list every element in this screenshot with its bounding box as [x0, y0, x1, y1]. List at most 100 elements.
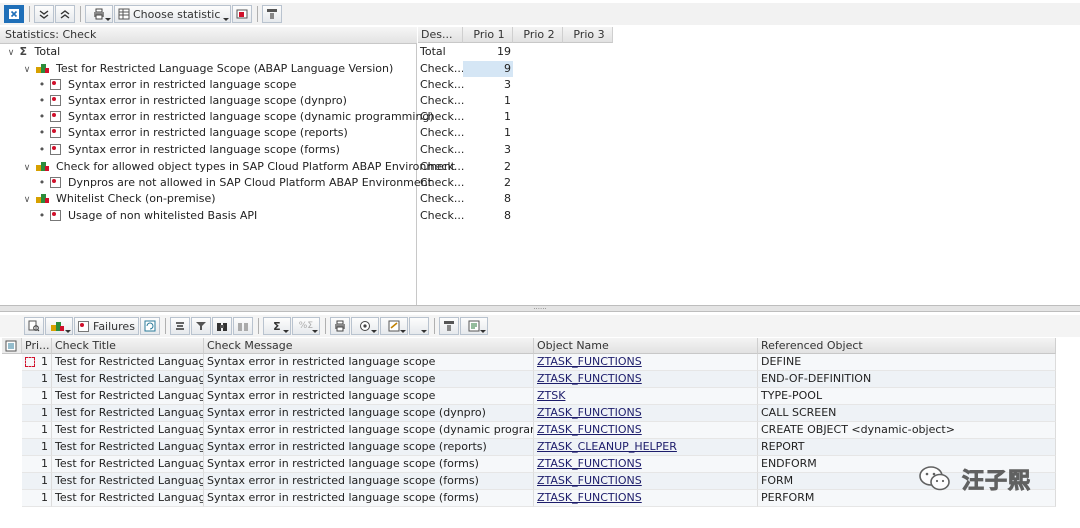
cell-check-message[interactable]: Syntax error in restricted language scop… — [204, 371, 534, 388]
cell-check-title[interactable]: Test for Restricted Languag... — [52, 490, 204, 507]
filter-button[interactable] — [190, 317, 211, 335]
object-name-link[interactable]: ZTASK_FUNCTIONS — [537, 474, 642, 487]
stats-prio1-cell-selected[interactable]: 9 — [463, 61, 513, 77]
choose-statistic-button[interactable]: Choose statistic — [114, 5, 232, 23]
object-name-link[interactable]: ZTASK_FUNCTIONS — [537, 457, 642, 470]
layout-button[interactable] — [262, 5, 283, 23]
object-name-link[interactable]: ZTASK_FUNCTIONS — [537, 406, 642, 419]
cell-priority[interactable]: 1 — [22, 371, 52, 388]
stats-prio1-cell[interactable]: 3 — [463, 142, 511, 158]
cell-check-title[interactable]: Test for Restricted Languag... — [52, 405, 204, 422]
object-name-link[interactable]: ZTASK_FUNCTIONS — [537, 491, 642, 504]
column-header-check-message[interactable]: Check Message — [204, 338, 534, 354]
cell-referenced-object[interactable]: REPORT — [758, 439, 1056, 456]
cell-check-title[interactable]: Test for Restricted Languag... — [52, 354, 204, 371]
print-button[interactable] — [85, 5, 113, 23]
cell-referenced-object[interactable]: CREATE OBJECT <dynamic-object> — [758, 422, 1056, 439]
cell-object-name[interactable]: ZTASK_FUNCTIONS — [534, 371, 758, 388]
column-header-check-title[interactable]: Check Title — [52, 338, 204, 354]
failures-button[interactable]: Failures — [74, 317, 139, 335]
views-button[interactable] — [350, 317, 379, 335]
table-row[interactable]: 1 Test for Restricted Languag... Syntax … — [0, 422, 1056, 439]
cell-referenced-object[interactable]: CALL SCREEN — [758, 405, 1056, 422]
expand-all-button[interactable] — [34, 5, 54, 23]
find-next-button[interactable] — [232, 317, 253, 335]
more-button[interactable] — [408, 317, 429, 335]
horizontal-splitter[interactable]: ...... — [0, 304, 1080, 312]
cell-check-message[interactable]: Syntax error in restricted language scop… — [204, 473, 534, 490]
column-header-referenced-object[interactable]: Referenced Object — [758, 338, 1056, 354]
filter-errors-button[interactable] — [232, 5, 253, 23]
cell-referenced-object[interactable]: END-OF-DEFINITION — [758, 371, 1056, 388]
stats-prio1-cell[interactable]: 1 — [463, 109, 511, 125]
stats-prio1-cell[interactable]: 1 — [463, 125, 511, 141]
cell-object-name[interactable]: ZTASK_FUNCTIONS — [534, 473, 758, 490]
column-header-priority[interactable]: Pri... — [22, 338, 52, 354]
tree-node-total[interactable]: ∨ Σ Total — [6, 44, 61, 61]
cell-check-title[interactable]: Test for Restricted Languag... — [52, 473, 204, 490]
stats-prio1-cell[interactable]: 8 — [463, 191, 511, 207]
print-results-button[interactable] — [329, 317, 350, 335]
column-header-prio1[interactable]: Prio 1 — [463, 27, 513, 43]
chevron-down-icon[interactable]: ∨ — [6, 45, 16, 61]
refresh-button[interactable] — [139, 317, 160, 335]
collapse-all-button[interactable] — [55, 5, 75, 23]
tree-node-check[interactable]: • Syntax error in restricted language sc… — [38, 125, 348, 141]
stats-prio1-cell[interactable]: 2 — [463, 175, 511, 191]
cell-check-message[interactable]: Syntax error in restricted language scop… — [204, 388, 534, 405]
stats-prio1-cell[interactable]: 2 — [463, 159, 511, 175]
chevron-down-icon[interactable]: ∨ — [22, 192, 32, 208]
cell-check-title[interactable]: Test for Restricted Languag... — [52, 422, 204, 439]
cell-check-title[interactable]: Test for Restricted Languag... — [52, 456, 204, 473]
cell-check-message[interactable]: Syntax error in restricted language scop… — [204, 354, 534, 371]
cell-check-message[interactable]: Syntax error in restricted language scop… — [204, 405, 534, 422]
table-row[interactable]: 1 Test for Restricted Languag... Syntax … — [0, 439, 1056, 456]
tree-node-group[interactable]: ∨ Test for Restricted Language Scope (AB… — [22, 61, 394, 77]
cell-check-title[interactable]: Test for Restricted Languag... — [52, 371, 204, 388]
cell-check-message[interactable]: Syntax error in restricted language scop… — [204, 456, 534, 473]
grid-select-all[interactable] — [2, 338, 22, 354]
column-header-prio3[interactable]: Prio 3 — [563, 27, 613, 43]
select-layout-button[interactable] — [459, 317, 488, 335]
table-row[interactable]: 1 Test for Restricted Languag... Syntax … — [0, 456, 1056, 473]
cell-object-name[interactable]: ZTSK — [534, 388, 758, 405]
row-selector[interactable]: 1 — [22, 354, 52, 371]
object-name-link[interactable]: ZTASK_FUNCTIONS — [537, 423, 642, 436]
cell-object-name[interactable]: ZTASK_FUNCTIONS — [534, 354, 758, 371]
stats-prio1-cell[interactable]: 19 — [463, 44, 511, 60]
cell-check-message[interactable]: Syntax error in restricted language scop… — [204, 439, 534, 456]
cell-priority[interactable]: 1 — [22, 422, 52, 439]
table-row[interactable]: 1 Test for Restricted Languag... Syntax … — [0, 473, 1056, 490]
chevron-down-icon[interactable]: ∨ — [22, 160, 32, 176]
table-row[interactable]: 1 Test for Restricted Languag... Syntax … — [0, 354, 1056, 371]
details-button[interactable] — [24, 317, 44, 335]
cell-priority[interactable]: 1 — [22, 388, 52, 405]
table-row[interactable]: 1 Test for Restricted Languag... Syntax … — [0, 388, 1056, 405]
category-menu-button[interactable] — [45, 317, 73, 335]
subtotal-button[interactable]: %Σ — [291, 317, 320, 335]
object-name-link[interactable]: ZTASK_FUNCTIONS — [537, 372, 642, 385]
cell-priority[interactable]: 1 — [22, 439, 52, 456]
find-button[interactable] — [211, 317, 232, 335]
stats-prio1-cell[interactable]: 8 — [463, 208, 511, 224]
cell-check-title[interactable]: Test for Restricted Languag... — [52, 388, 204, 405]
object-name-link[interactable]: ZTASK_CLEANUP_HELPER — [537, 440, 677, 453]
cell-priority[interactable]: 1 — [22, 405, 52, 422]
cell-object-name[interactable]: ZTASK_FUNCTIONS — [534, 405, 758, 422]
cell-check-message[interactable]: Syntax error in restricted language scop… — [204, 422, 534, 439]
column-header-prio2[interactable]: Prio 2 — [513, 27, 563, 43]
cell-object-name[interactable]: ZTASK_FUNCTIONS — [534, 456, 758, 473]
tree-node-check[interactable]: • Syntax error in restricted language sc… — [38, 77, 297, 93]
tree-node-check[interactable]: • Syntax error in restricted language sc… — [38, 142, 340, 158]
table-row[interactable]: 1 Test for Restricted Languag... Syntax … — [0, 371, 1056, 388]
cell-object-name[interactable]: ZTASK_FUNCTIONS — [534, 422, 758, 439]
layout-results-button[interactable] — [438, 317, 459, 335]
stats-prio1-cell[interactable]: 1 — [463, 93, 511, 109]
column-header-description[interactable]: Des... — [418, 27, 463, 43]
sum-button[interactable]: Σ — [262, 317, 291, 335]
cell-object-name[interactable]: ZTASK_FUNCTIONS — [534, 490, 758, 507]
object-name-link[interactable]: ZTSK — [537, 389, 565, 402]
cell-referenced-object[interactable]: DEFINE — [758, 354, 1056, 371]
column-header-object-name[interactable]: Object Name — [534, 338, 758, 354]
tree-node-check[interactable]: • Dynpros are not allowed in SAP Cloud P… — [38, 175, 432, 191]
